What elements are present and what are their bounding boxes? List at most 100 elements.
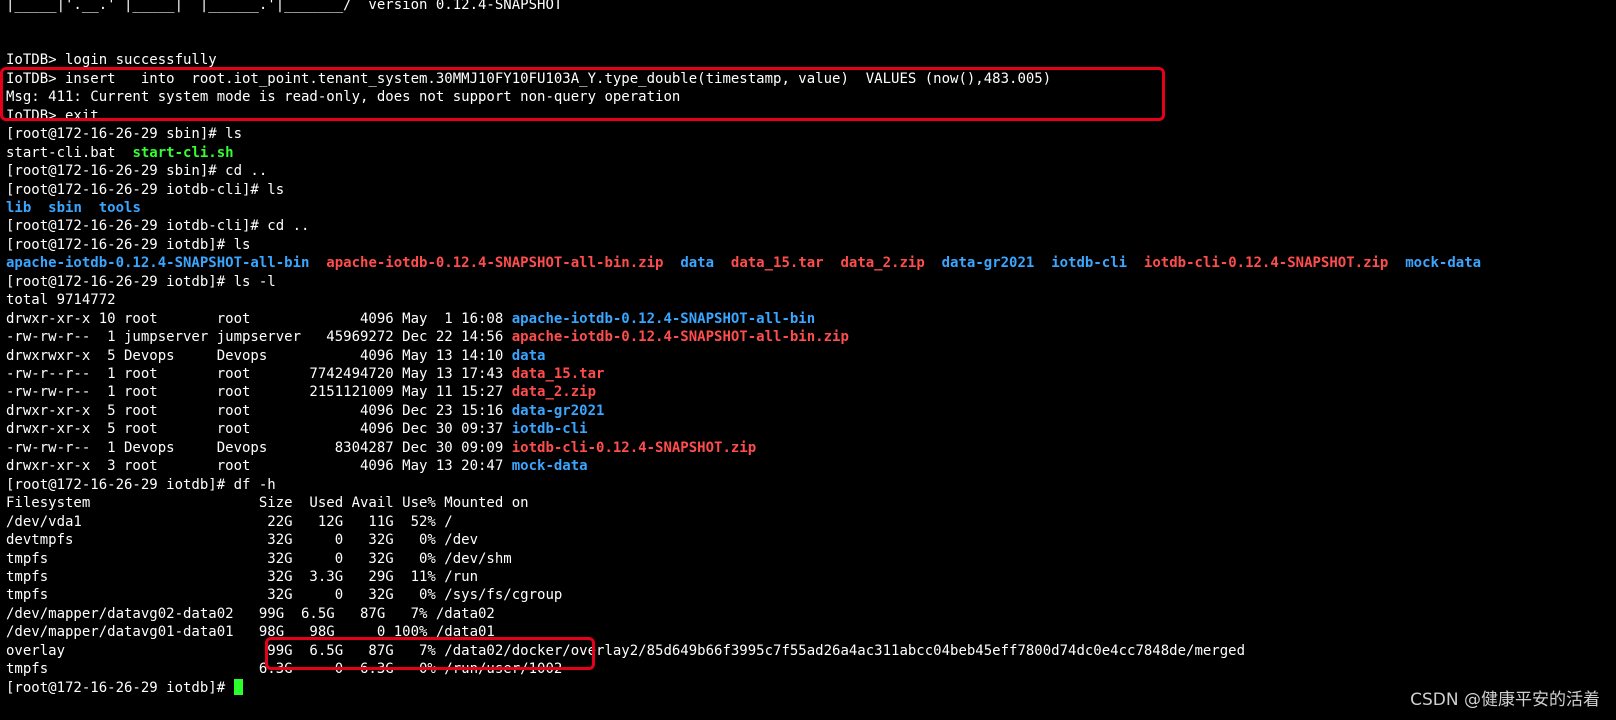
terminal-line: |_____|'.__.' |_____| |______.'|_______/… <box>6 0 562 15</box>
terminal-line: IoTDB> login successfully <box>6 51 217 70</box>
terminal-text: tmpfs 32G 0 32G 0% /sys/fs/cgroup <box>6 587 563 604</box>
directory-entry: iotdb-cli <box>511 421 588 438</box>
terminal-line: drwxr-xr-x 3 root root 4096 May 13 20:47… <box>6 457 588 476</box>
cursor-block <box>233 678 243 695</box>
terminal-text: start-cli.bat <box>6 144 133 161</box>
directory-entry: iotdb-cli <box>1051 255 1128 272</box>
terminal-line: [root@172-16-26-29 iotdb-cli]# cd .. <box>6 217 309 236</box>
terminal-text: [root@172-16-26-29 iotdb-cli]# cd .. <box>6 218 310 235</box>
terminal-text: |_____|'.__.' |_____| |______.'|_______/… <box>6 0 563 13</box>
archive-entry: iotdb-cli-0.12.4-SNAPSHOT.zip <box>511 439 757 456</box>
directory-entry: sbin <box>48 199 82 216</box>
terminal-line: tmpfs 6.3G 0 6.3G 0% /run/user/1002 <box>6 660 562 679</box>
directory-entry: data-gr2021 <box>941 255 1035 272</box>
archive-entry: apache-iotdb-0.12.4-SNAPSHOT-all-bin.zip <box>326 255 664 272</box>
terminal-text: devtmpfs 32G 0 32G 0% /dev <box>6 532 479 549</box>
terminal-text: drwxr-xr-x 5 root root 4096 Dec 23 15:16 <box>6 402 512 419</box>
terminal-text: tmpfs 32G 0 32G 0% /dev/shm <box>6 550 512 567</box>
terminal-text: IoTDB> exit <box>6 107 99 124</box>
terminal-line: Msg: 411: Current system mode is read-on… <box>6 88 680 107</box>
archive-entry: data_2.zip <box>840 255 925 272</box>
csdn-watermark: CSDN @健康平安的活着 <box>1410 690 1600 710</box>
terminal-line: /dev/vda1 22G 12G 11G 52% / <box>6 513 453 532</box>
terminal-line: apache-iotdb-0.12.4-SNAPSHOT-all-bin apa… <box>6 254 1481 273</box>
terminal-text: [root@172-16-26-29 sbin]# cd .. <box>6 163 268 180</box>
directory-entry: data-gr2021 <box>511 402 605 419</box>
terminal-line: drwxrwxr-x 5 Devops Devops 4096 May 13 1… <box>6 347 545 366</box>
terminal-line: -rw-rw-r-- 1 root root 2151121009 May 11… <box>6 383 596 402</box>
terminal-text: /dev/vda1 22G 12G 11G 52% / <box>6 513 453 530</box>
directory-entry: apache-iotdb-0.12.4-SNAPSHOT-all-bin <box>511 310 816 327</box>
terminal-line: drwxr-xr-x 5 root root 4096 Dec 23 15:16… <box>6 402 604 421</box>
terminal-line: [root@172-16-26-29 iotdb]# ls -l <box>6 273 276 292</box>
archive-entry: data_15.tar <box>511 366 605 382</box>
terminal-line: drwxr-xr-x 5 root root 4096 Dec 30 09:37… <box>6 420 588 439</box>
terminal-text: drwxr-xr-x 10 root root 4096 May 1 16:08 <box>6 310 512 327</box>
terminal-line: [root@172-16-26-29 iotdb]# ls <box>6 236 250 255</box>
terminal-line: [root@172-16-26-29 iotdb-cli]# ls <box>6 181 284 200</box>
archive-entry: data_2.zip <box>511 384 597 401</box>
terminal-text: overlay 99G 6.5G 87G 7% /data02/docker/o… <box>6 642 1246 659</box>
terminal-line: /dev/mapper/datavg02-data02 99G 6.5G 87G… <box>6 605 495 624</box>
terminal-text: IoTDB> login successfully <box>6 52 217 69</box>
terminal-text: tmpfs 6.3G 0 6.3G 0% /run/user/1002 <box>6 661 563 678</box>
terminal-text: /dev/mapper/datavg02-data02 99G 6.5G 87G… <box>6 605 495 622</box>
terminal-text: total 9714772 <box>6 292 116 309</box>
terminal-text: [root@172-16-26-29 iotdb-cli]# ls <box>6 181 285 198</box>
terminal-line: start-cli.bat start-cli.sh <box>6 144 234 163</box>
terminal-line: Filesystem Size Used Avail Use% Mounted … <box>6 494 529 513</box>
terminal-line: overlay 99G 6.5G 87G 7% /data02/docker/o… <box>6 642 1245 661</box>
directory-entry: mock-data <box>511 458 588 475</box>
directory-entry: data <box>511 347 546 364</box>
terminal-line: tmpfs 32G 0 32G 0% /sys/fs/cgroup <box>6 586 562 605</box>
directory-entry: tools <box>98 199 141 216</box>
terminal-line: [root@172-16-26-29 sbin]# cd .. <box>6 162 267 181</box>
directory-entry: mock-data <box>1405 255 1482 272</box>
terminal-text: [root@172-16-26-29 iotdb]# <box>6 679 234 696</box>
terminal-text: -rw-rw-r-- 1 Devops Devops 8304287 Dec 3… <box>6 439 512 456</box>
terminal-text: drwxr-xr-x 5 root root 4096 Dec 30 09:37 <box>6 421 512 438</box>
terminal-text: drwxrwxr-x 5 Devops Devops 4096 May 13 1… <box>6 347 512 364</box>
terminal-line: tmpfs 32G 3.3G 29G 11% /run <box>6 568 478 587</box>
terminal-text: -rw-rw-r-- 1 jumpserver jumpserver 45969… <box>6 329 512 346</box>
terminal-text: -rw-rw-r-- 1 root root 2151121009 May 11… <box>6 384 512 401</box>
terminal-line: drwxr-xr-x 10 root root 4096 May 1 16:08… <box>6 310 815 329</box>
terminal-line: tmpfs 32G 0 32G 0% /dev/shm <box>6 550 512 569</box>
terminal-window[interactable]: |_____|'.__.' |_____| |______.'|_______/… <box>0 0 1616 720</box>
archive-entry: data_15.tar <box>730 255 824 272</box>
directory-entry: data <box>680 255 715 272</box>
terminal-text: [root@172-16-26-29 iotdb]# ls -l <box>6 273 276 290</box>
terminal-line: [root@172-16-26-29 iotdb]# df -h <box>6 476 276 495</box>
terminal-text: drwxr-xr-x 3 root root 4096 May 13 20:47 <box>6 458 512 475</box>
terminal-text: [root@172-16-26-29 iotdb]# ls <box>6 236 251 253</box>
directory-entry: lib <box>6 199 32 216</box>
terminal-line: /dev/mapper/datavg01-data01 98G 98G 0 10… <box>6 623 495 642</box>
terminal-text: Msg: 411: Current system mode is read-on… <box>6 89 681 106</box>
terminal-line: lib sbin tools <box>6 199 141 218</box>
terminal-line: [root@172-16-26-29 iotdb]# <box>6 678 243 698</box>
executable-entry: start-cli.sh <box>132 144 234 161</box>
terminal-line: [root@172-16-26-29 sbin]# ls <box>6 125 242 144</box>
terminal-text: [root@172-16-26-29 iotdb]# df -h <box>6 476 276 493</box>
terminal-text: /dev/mapper/datavg01-data01 98G 98G 0 10… <box>6 624 495 641</box>
terminal-line: -rw-rw-r-- 1 jumpserver jumpserver 45969… <box>6 328 849 347</box>
terminal-line: IoTDB> exit <box>6 107 99 126</box>
archive-entry: apache-iotdb-0.12.4-SNAPSHOT-all-bin.zip <box>511 329 849 346</box>
terminal-text: IoTDB> insert into root.iot_point.tenant… <box>6 70 1052 87</box>
terminal-text: -rw-r--r-- 1 root root 7742494720 May 13… <box>6 366 512 382</box>
terminal-line: -rw-r--r-- 1 root root 7742494720 May 13… <box>6 365 604 384</box>
terminal-text: tmpfs 32G 3.3G 29G 11% /run <box>6 568 479 585</box>
terminal-line: devtmpfs 32G 0 32G 0% /dev <box>6 531 478 550</box>
terminal-line: IoTDB> insert into root.iot_point.tenant… <box>6 70 1051 89</box>
terminal-text: Filesystem Size Used Avail Use% Mounted … <box>6 495 529 512</box>
